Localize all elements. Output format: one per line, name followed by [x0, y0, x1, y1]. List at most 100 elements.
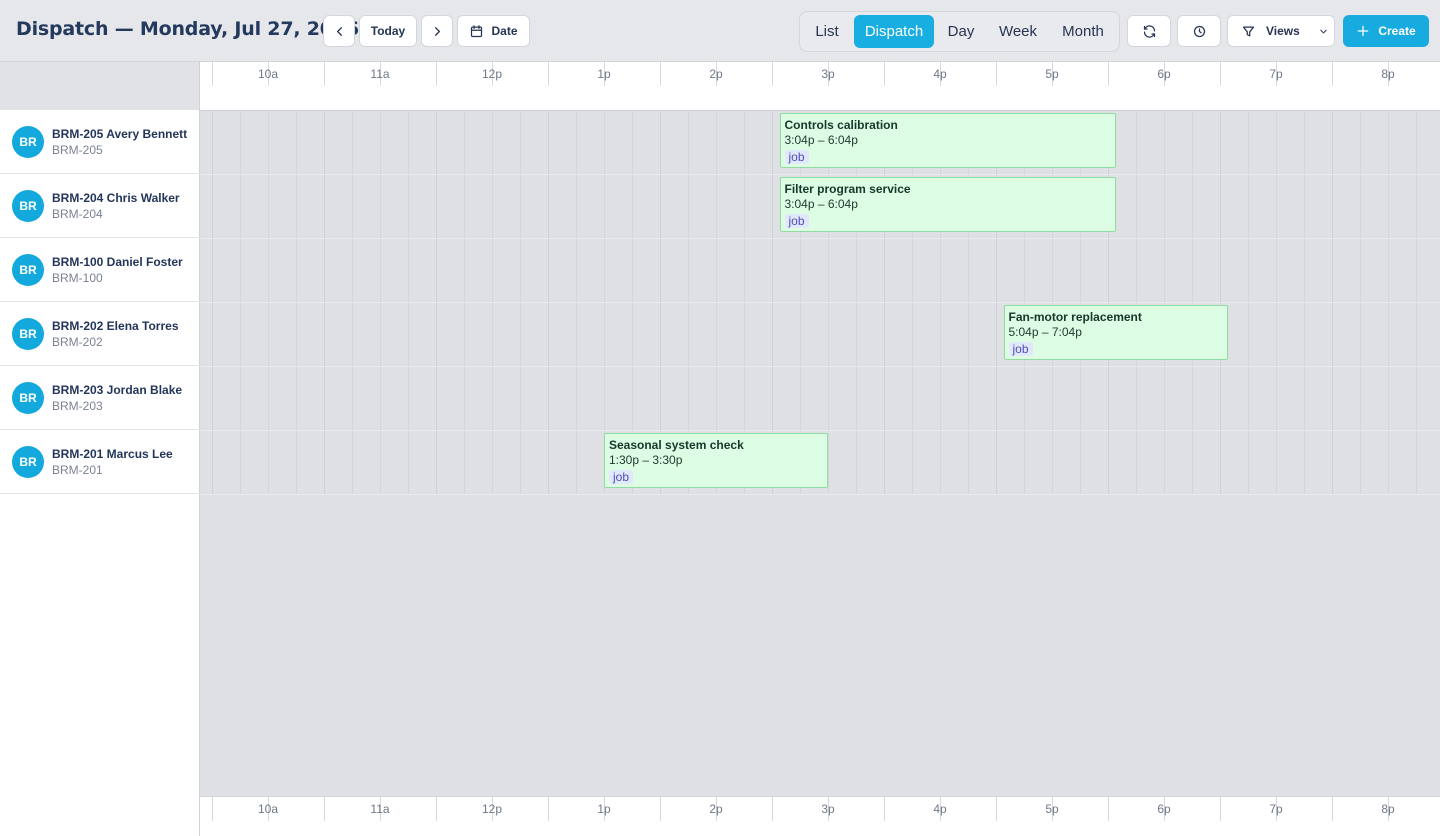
grid-line	[996, 111, 997, 495]
date-picker-button[interactable]: Date	[457, 15, 530, 47]
hour-label: 12p	[481, 802, 503, 816]
tab-list[interactable]: List	[804, 15, 850, 48]
grid-line	[912, 111, 913, 495]
time-tick	[1108, 797, 1109, 821]
grid-line	[408, 111, 409, 495]
chevron-right-icon	[434, 26, 440, 36]
grid-line	[828, 111, 829, 495]
time-tick	[324, 797, 325, 821]
views-label: Views	[1266, 24, 1300, 38]
event-time: 3:04p – 6:04p	[784, 197, 858, 211]
grid-line	[1332, 111, 1333, 495]
technician-name: BRM-204 Chris Walker	[52, 191, 180, 205]
technician-row[interactable]: BR BRM-205 Avery Bennett BRM-205	[0, 110, 200, 174]
technician-row[interactable]: BR BRM-100 Daniel Foster BRM-100	[0, 238, 200, 302]
hour-label: 5p	[1045, 802, 1059, 816]
grid-line	[240, 111, 241, 495]
grid-line	[268, 111, 269, 495]
time-tick	[772, 62, 773, 86]
time-tick	[548, 62, 549, 86]
hour-label: 3p	[821, 802, 835, 816]
chevron-left-icon	[336, 26, 342, 36]
grid-line	[884, 111, 885, 495]
event-card[interactable]: Seasonal system check 1:30p – 3:30p job	[604, 433, 828, 488]
hour-label: 10a	[257, 67, 279, 81]
event-card[interactable]: Filter program service 3:04p – 6:04p job	[779, 177, 1116, 232]
hour-label: 5p	[1045, 67, 1059, 81]
history-button[interactable]	[1177, 15, 1221, 47]
refresh-icon	[1143, 24, 1155, 38]
technician-code: BRM-100	[52, 271, 103, 285]
grid-line	[1220, 111, 1221, 495]
hour-label: 4p	[933, 67, 947, 81]
grid-line	[1388, 111, 1389, 495]
grid-line	[1052, 111, 1053, 495]
hour-label: 12p	[481, 67, 503, 81]
event-time: 3:04p – 6:04p	[784, 133, 858, 147]
hour-label: 2p	[709, 67, 723, 81]
resource-header	[0, 62, 200, 111]
tab-month[interactable]: Month	[1052, 15, 1114, 48]
time-tick	[1332, 797, 1333, 821]
technician-row[interactable]: BR BRM-204 Chris Walker BRM-204	[0, 174, 200, 238]
time-tick	[324, 62, 325, 86]
today-button[interactable]: Today	[359, 15, 417, 47]
create-button[interactable]: Create	[1343, 15, 1429, 47]
grid-line	[1080, 111, 1081, 495]
technician-row[interactable]: BR BRM-202 Elena Torres BRM-202	[0, 302, 200, 366]
time-tick	[1220, 62, 1221, 86]
grid-line	[296, 111, 297, 495]
avatar: BR	[12, 318, 44, 350]
refresh-button[interactable]	[1127, 15, 1171, 47]
tab-day[interactable]: Day	[938, 15, 984, 48]
event-card[interactable]: Controls calibration 3:04p – 6:04p job	[779, 113, 1116, 168]
avatar: BR	[12, 190, 44, 222]
create-label: Create	[1378, 24, 1416, 38]
time-tick	[212, 797, 213, 821]
next-button[interactable]	[421, 15, 453, 47]
grid-line	[1248, 111, 1249, 495]
grid-line	[1304, 111, 1305, 495]
hour-label: 7p	[1269, 802, 1283, 816]
event-title: Fan-motor replacement	[1008, 310, 1142, 324]
tab-dispatch[interactable]: Dispatch	[854, 15, 934, 48]
grid-line	[212, 111, 213, 495]
views-dropdown[interactable]: Views	[1227, 15, 1335, 47]
hour-label: 3p	[821, 67, 835, 81]
technician-name: BRM-203 Jordan Blake	[52, 383, 183, 397]
grid-line	[1416, 111, 1417, 495]
grid-line	[520, 111, 521, 495]
grid-line	[464, 111, 465, 495]
time-tick	[436, 797, 437, 821]
tab-week[interactable]: Week	[990, 15, 1046, 48]
row-separator	[200, 366, 1440, 367]
time-tick	[212, 62, 213, 86]
hour-label: 1p	[597, 67, 611, 81]
time-tick	[1108, 62, 1109, 86]
clock-icon	[1193, 25, 1205, 37]
event-card[interactable]: Fan-motor replacement 5:04p – 7:04p job	[1003, 305, 1228, 360]
hour-label: 2p	[709, 802, 723, 816]
technician-row[interactable]: BR BRM-203 Jordan Blake BRM-203	[0, 366, 200, 430]
grid-line	[856, 111, 857, 495]
technician-code: BRM-201	[52, 463, 103, 477]
technician-code: BRM-205	[52, 143, 103, 157]
time-tick	[436, 62, 437, 86]
technician-code: BRM-204	[52, 207, 103, 221]
event-tag: job	[784, 150, 809, 164]
grid-line	[1108, 111, 1109, 495]
row-separator	[200, 494, 1440, 495]
avatar: BR	[12, 254, 44, 286]
prev-button[interactable]	[323, 15, 355, 47]
technician-list: BR BRM-205 Avery Bennett BRM-205 BR BRM-204 …	[0, 110, 200, 836]
hour-label: 10a	[257, 802, 279, 816]
technician-name: BRM-205 Avery Bennett	[52, 127, 188, 141]
row-separator	[200, 174, 1440, 175]
grid-line	[968, 111, 969, 495]
grid-line	[1136, 111, 1137, 495]
hour-label: 11a	[370, 67, 390, 81]
technician-row[interactable]: BR BRM-201 Marcus Lee BRM-201	[0, 430, 200, 494]
grid-line	[1276, 111, 1277, 495]
hour-label: 8p	[1381, 67, 1395, 81]
hour-label: 11a	[370, 802, 390, 816]
